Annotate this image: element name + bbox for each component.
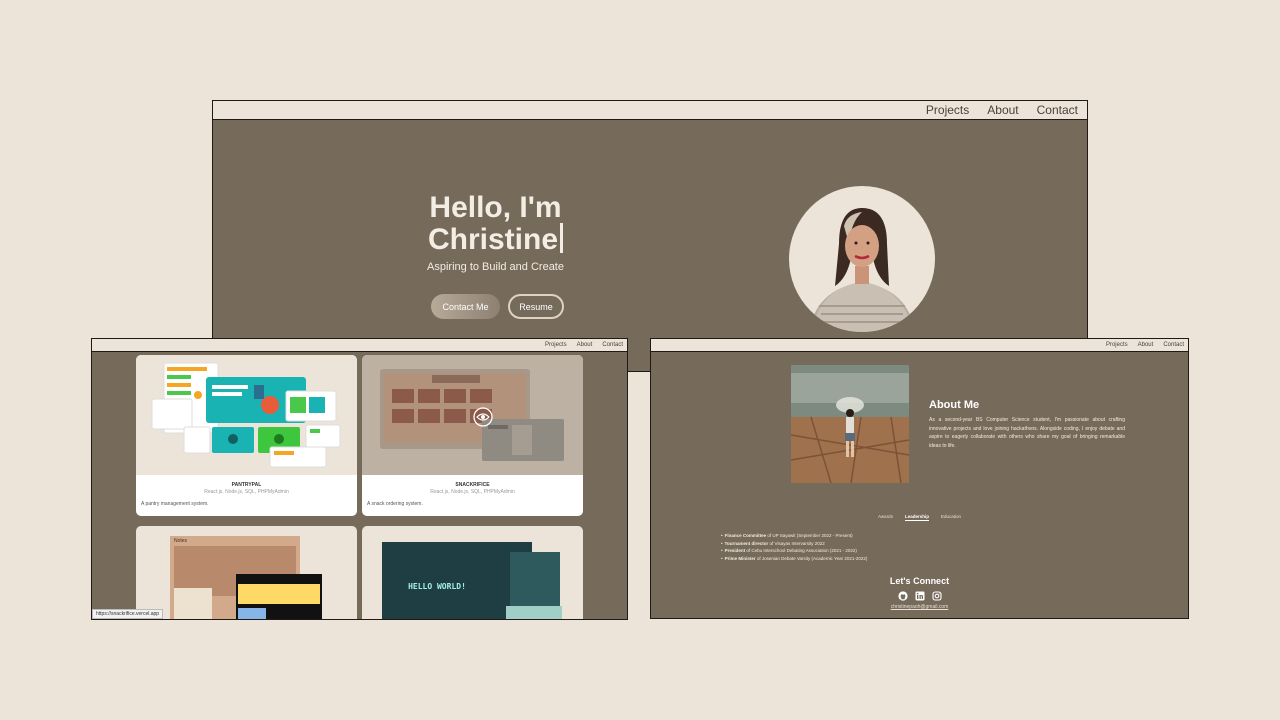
nav-contact[interactable]: Contact — [1163, 342, 1184, 348]
leadership-role: Prime Minister — [724, 555, 756, 561]
tab-education[interactable]: Education — [941, 514, 961, 521]
project-card-pantrypal[interactable]: PANTRYPAL React.js, Node.js, SQL, PHPMyA… — [136, 355, 357, 516]
about-title: About Me — [929, 399, 980, 411]
notes-label: Notes — [174, 538, 188, 544]
project-title: PANTRYPAL — [231, 482, 262, 488]
notes-editor-screenshot — [236, 574, 322, 619]
about-tabs: Awards Leadership Education — [651, 514, 1188, 521]
project-description: A snack ordering system. — [367, 501, 423, 507]
hero-heading-line2: Christine — [427, 223, 559, 256]
tab-leadership[interactable]: Leadership — [904, 514, 929, 521]
connect-title: Let's Connect — [889, 576, 950, 586]
about-description: As a second-year BS Computer Science stu… — [929, 417, 1125, 449]
resume-button[interactable]: Resume — [508, 294, 564, 319]
typing-cursor — [560, 223, 564, 253]
leadership-role: President — [724, 548, 746, 553]
nav-projects[interactable]: Projects — [1106, 342, 1128, 348]
nav-contact[interactable]: Contact — [1037, 103, 1078, 117]
tab-awards[interactable]: Awards — [878, 514, 893, 521]
project-title: SNACKRIFICE — [455, 482, 490, 488]
leadership-detail: of Cebu Interschool Debating Association… — [746, 548, 857, 553]
game-dialog — [506, 606, 562, 619]
github-icon[interactable] — [897, 591, 908, 601]
nav-projects[interactable]: Projects — [926, 103, 969, 117]
eye-icon[interactable] — [473, 407, 493, 427]
status-bar-url: https://snackrifice.vercel.app — [92, 609, 164, 619]
project-card-notes[interactable]: Notes — [136, 526, 357, 619]
hero-subtitle: Aspiring to Build and Create — [427, 261, 564, 273]
list-item: Tournament director of Visayas Intervars… — [721, 540, 867, 548]
nav-contact[interactable]: Contact — [602, 342, 623, 348]
leadership-list: Finance Committee of UP Sayawit (Septemb… — [721, 532, 868, 563]
hero-navbar: Projects About Contact — [213, 101, 1087, 120]
profile-photo — [789, 186, 935, 332]
hero-heading-line2-wrap: Christine — [403, 223, 588, 255]
nav-about[interactable]: About — [1138, 342, 1154, 348]
project-tech: React.js, Node.js, SQL, PHPMyAdmin — [430, 489, 515, 495]
list-item: President of Cebu Interschool Debating A… — [721, 547, 867, 555]
hero-heading-line1: Hello, I'm — [429, 191, 562, 224]
instagram-icon[interactable] — [931, 591, 942, 601]
projects-page-window: Projects About Contact PANTRYPAL React.j… — [91, 338, 628, 620]
leadership-detail: of UP Sayawit (September 2022 - Present) — [767, 533, 853, 538]
leadership-detail: of Visayas Intervarsity 2022 — [769, 540, 825, 546]
project-card-hello-world[interactable]: HELLO WORLD! — [362, 526, 583, 619]
leadership-role: Finance Committee — [724, 533, 767, 538]
hero-heading: Hello, I'm Christine — [403, 193, 588, 255]
project-card-snackrifice[interactable]: SNACKRIFICE React.js, Node.js, SQL, PHPM… — [362, 355, 583, 516]
project-thumbnail — [136, 355, 357, 475]
about-navbar: Projects About Contact — [651, 339, 1188, 352]
list-item: Finance Committee of UP Sayawit (Septemb… — [721, 532, 867, 540]
project-description: A pantry management system. — [141, 501, 209, 507]
leadership-role: Tournament director — [724, 540, 769, 546]
social-links — [651, 591, 1188, 601]
project-tech: React.js, Node.js, SQL, PHPMyAdmin — [204, 489, 289, 495]
about-page-window: Projects About Contact About Me As a sec… — [650, 338, 1189, 619]
nav-about[interactable]: About — [987, 103, 1018, 117]
leadership-detail: of Josenian Debate Varsity (Academic Yea… — [756, 555, 868, 561]
game-panel — [510, 552, 560, 612]
nav-about[interactable]: About — [577, 342, 593, 348]
linkedin-icon[interactable] — [915, 591, 925, 601]
project-thumbnail — [362, 355, 583, 475]
hello-world-label: HELLO WORLD! — [408, 582, 466, 591]
email-link[interactable]: christinepaoh@gmail.com — [651, 604, 1188, 610]
list-item: Prime Minister of Josenian Debate Varsit… — [721, 555, 868, 563]
hero-page-window: Projects About Contact Hello, I'm Christ… — [212, 100, 1088, 372]
about-photo — [791, 365, 909, 483]
nav-projects[interactable]: Projects — [545, 342, 567, 348]
projects-navbar: Projects About Contact — [92, 339, 627, 352]
contact-me-button[interactable]: Contact Me — [431, 294, 500, 319]
